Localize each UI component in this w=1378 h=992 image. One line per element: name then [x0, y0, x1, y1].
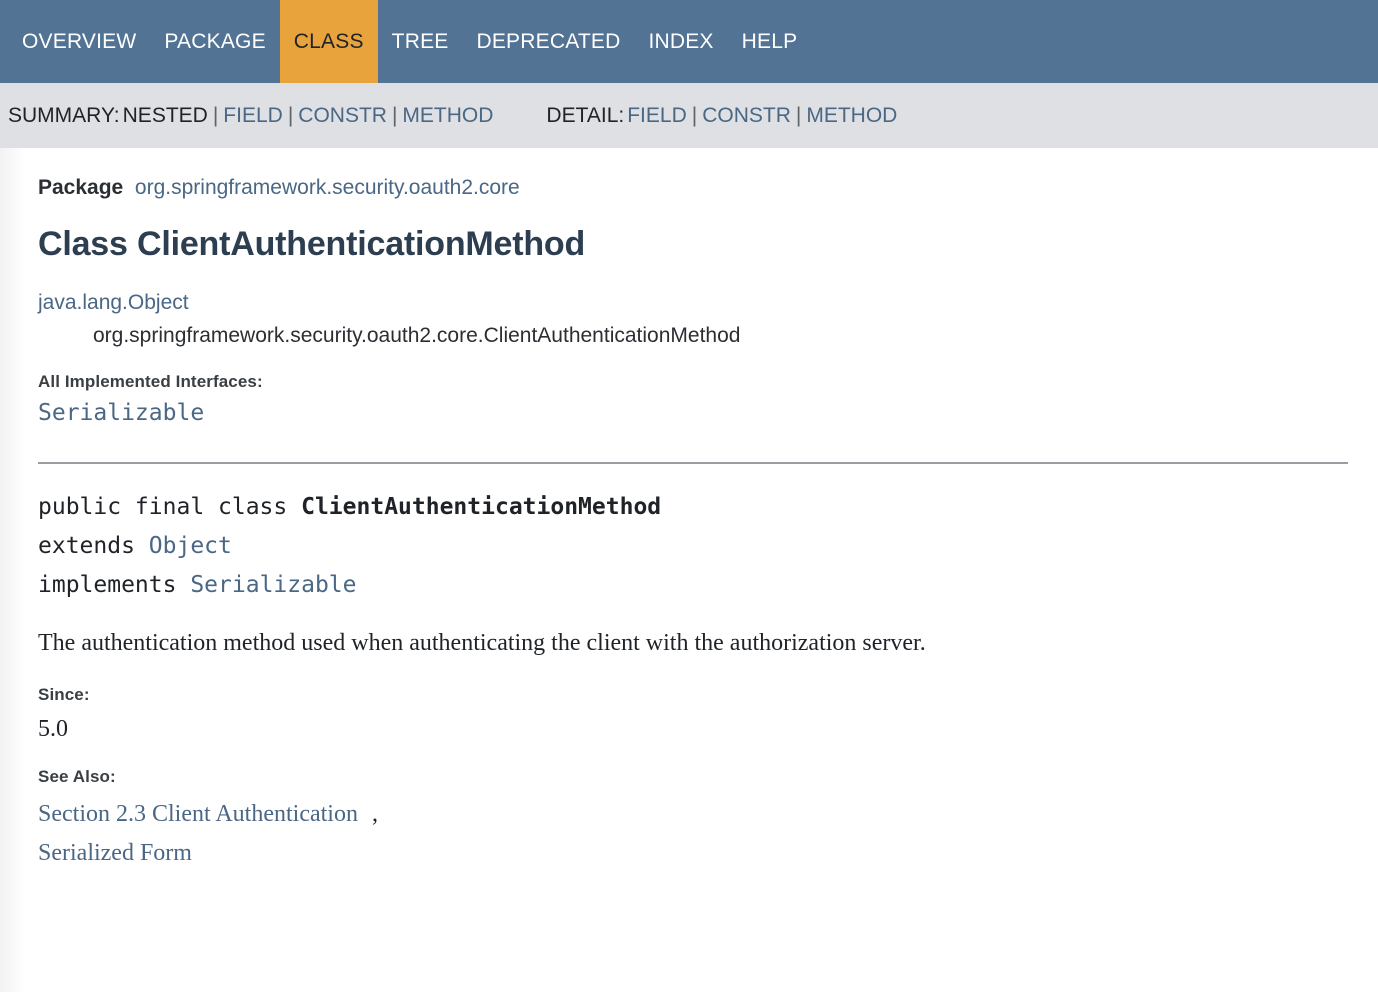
- see-also-label: See Also:: [38, 767, 116, 786]
- detail-field-link[interactable]: FIELD: [624, 104, 690, 128]
- nav-item-index-label: INDEX: [648, 29, 714, 53]
- summary-separator-1: |: [212, 103, 219, 127]
- section-divider: [38, 462, 1348, 464]
- summary-constr-link[interactable]: CONSTR: [295, 104, 390, 128]
- implemented-interfaces-label: All Implemented Interfaces:: [38, 372, 263, 391]
- nav-item-package-label: PACKAGE: [164, 29, 266, 53]
- since-label: Since:: [38, 685, 90, 704]
- inheritance-current-class: org.springframework.security.oauth2.core…: [93, 324, 741, 347]
- see-also-link-serialized-form[interactable]: Serialized Form: [38, 840, 192, 866]
- package-line: Package org.springframework.security.oau…: [38, 174, 1348, 208]
- inheritance-superclass-link[interactable]: java.lang.Object: [38, 291, 189, 314]
- summary-field-link[interactable]: FIELD: [220, 104, 286, 128]
- package-name-link[interactable]: org.springframework.security.oauth2.core: [135, 176, 520, 199]
- implemented-interfaces-list: Serializable: [38, 400, 1348, 436]
- nav-item-class[interactable]: CLASS: [279, 0, 378, 83]
- detail-separator-1: |: [691, 103, 698, 127]
- declaration-implements-keyword: implements: [38, 572, 191, 598]
- summary-label: SUMMARY:: [8, 103, 120, 127]
- summary-nested: NESTED: [122, 103, 208, 127]
- page-title: Class ClientAuthenticationMethod: [38, 225, 586, 263]
- summary-separator-3: |: [391, 103, 398, 127]
- declaration-modifiers: public final class: [38, 494, 302, 520]
- nav-item-overview[interactable]: OVERVIEW: [8, 0, 150, 83]
- nav-item-package[interactable]: PACKAGE: [150, 0, 279, 83]
- top-navigation-bar: OVERVIEW PACKAGE CLASS TREE DEPRECATED I…: [0, 0, 1378, 83]
- detail-group: DETAIL: FIELD | CONSTR | METHOD: [546, 104, 900, 128]
- declaration-extends-keyword: extends: [38, 533, 149, 559]
- summary-detail-navigation-bar: SUMMARY: NESTED | FIELD | CONSTR | METHO…: [0, 83, 1378, 148]
- nav-item-deprecated[interactable]: DEPRECATED: [462, 0, 634, 83]
- nav-item-help-label: HELP: [741, 29, 798, 53]
- package-label: Package: [38, 176, 124, 199]
- summary-group: SUMMARY: NESTED | FIELD | CONSTR | METHO…: [8, 104, 496, 128]
- nav-item-deprecated-label: DEPRECATED: [476, 29, 621, 53]
- nav-item-index[interactable]: INDEX: [634, 0, 727, 83]
- declaration-implements-type-link[interactable]: Serializable: [190, 572, 356, 598]
- nav-item-class-label: CLASS: [293, 29, 364, 53]
- nav-item-tree-label: TREE: [391, 29, 449, 53]
- see-also-separator: ,: [371, 801, 378, 827]
- summary-method-link[interactable]: METHOD: [399, 104, 496, 128]
- class-declaration: public final class ClientAuthenticationM…: [38, 488, 1348, 605]
- nav-item-tree[interactable]: TREE: [378, 0, 463, 83]
- inheritance-tree: java.lang.Object org.springframework.sec…: [38, 286, 1348, 352]
- declaration-extends-type-link[interactable]: Object: [149, 533, 232, 559]
- detail-method-link[interactable]: METHOD: [803, 104, 900, 128]
- detail-constr-link[interactable]: CONSTR: [699, 104, 794, 128]
- top-navigation-list: OVERVIEW PACKAGE CLASS TREE DEPRECATED I…: [8, 0, 811, 83]
- nav-item-overview-label: OVERVIEW: [22, 29, 137, 53]
- class-documentation-content: Package org.springframework.security.oau…: [0, 148, 1378, 992]
- declaration-class-name: ClientAuthenticationMethod: [301, 494, 662, 520]
- detail-label: DETAIL:: [546, 103, 625, 127]
- since-value: 5.0: [38, 716, 68, 742]
- interface-link-serializable[interactable]: Serializable: [38, 400, 204, 426]
- summary-separator-2: |: [287, 103, 294, 127]
- nav-item-help[interactable]: HELP: [728, 0, 812, 83]
- detail-separator-2: |: [795, 103, 802, 127]
- class-description: The authentication method used when auth…: [38, 630, 926, 656]
- see-also-list: Section 2.3 Client Authentication, Seria…: [38, 795, 1348, 873]
- see-also-link-section-2-3[interactable]: Section 2.3 Client Authentication: [38, 801, 358, 827]
